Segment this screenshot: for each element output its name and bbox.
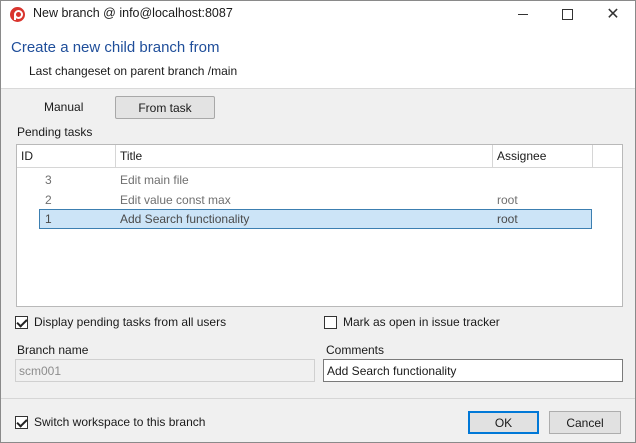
cell-id: 2: [45, 193, 52, 207]
title-bar: New branch @ info@localhost:8087 ✕: [1, 1, 635, 27]
column-header-id[interactable]: ID: [17, 145, 116, 167]
header-title: Create a new child branch from: [11, 39, 220, 56]
cell-assignee: root: [497, 193, 518, 207]
pending-tasks-label: Pending tasks: [17, 125, 93, 139]
branch-name-label: Branch name: [17, 343, 89, 357]
cell-id: 3: [45, 173, 52, 187]
cancel-button[interactable]: Cancel: [549, 411, 621, 434]
switch-workspace-label: Switch workspace to this branch: [34, 415, 206, 429]
mode-from-task-button[interactable]: From task: [115, 96, 215, 119]
pending-tasks-table[interactable]: ID Title Assignee 3 Edit main file 2 Edi…: [16, 144, 623, 307]
cell-title: Add Search functionality: [120, 212, 250, 226]
dialog-header: Create a new child branch from Last chan…: [1, 27, 635, 89]
plastic-scm-logo-icon: [10, 7, 25, 22]
header-subtitle: Last changeset on parent branch /main: [29, 64, 238, 78]
mode-manual-tab[interactable]: Manual: [44, 100, 83, 114]
mark-open-label: Mark as open in issue tracker: [343, 315, 500, 329]
table-row[interactable]: 2 Edit value const max root: [39, 190, 592, 210]
comments-field[interactable]: [323, 359, 623, 382]
cell-title: Edit main file: [120, 173, 189, 187]
display-all-users-checkbox[interactable]: Display pending tasks from all users: [15, 315, 226, 329]
close-icon: ✕: [606, 4, 620, 23]
minimize-icon: [518, 13, 528, 15]
checkmark-icon[interactable]: [15, 315, 28, 329]
column-header-assignee[interactable]: Assignee: [493, 145, 593, 167]
mark-open-checkbox[interactable]: Mark as open in issue tracker: [324, 315, 500, 329]
new-branch-dialog: New branch @ info@localhost:8087 ✕ Creat…: [0, 0, 636, 443]
table-row-selected[interactable]: 1 Add Search functionality root: [39, 209, 592, 229]
close-button[interactable]: ✕: [591, 1, 635, 27]
window-title: New branch @ info@localhost:8087: [33, 6, 233, 20]
ok-button[interactable]: OK: [468, 411, 539, 434]
table-header: ID Title Assignee: [17, 145, 622, 168]
minimize-button[interactable]: [501, 1, 545, 27]
comments-label: Comments: [326, 343, 385, 357]
maximize-icon: [561, 8, 573, 20]
cell-title: Edit value const max: [120, 193, 231, 207]
cell-assignee: root: [497, 212, 518, 226]
branch-name-field[interactable]: [15, 359, 315, 382]
switch-workspace-checkbox[interactable]: Switch workspace to this branch: [15, 415, 205, 429]
checkmark-icon[interactable]: [15, 415, 28, 429]
column-header-title[interactable]: Title: [116, 145, 493, 167]
cell-id: 1: [45, 212, 52, 226]
table-row[interactable]: 3 Edit main file: [39, 170, 592, 190]
footer-divider: [1, 398, 635, 399]
maximize-button[interactable]: [545, 1, 589, 27]
checkbox-box[interactable]: [324, 315, 337, 329]
column-header-filler: [593, 145, 622, 167]
display-all-users-label: Display pending tasks from all users: [34, 315, 227, 329]
